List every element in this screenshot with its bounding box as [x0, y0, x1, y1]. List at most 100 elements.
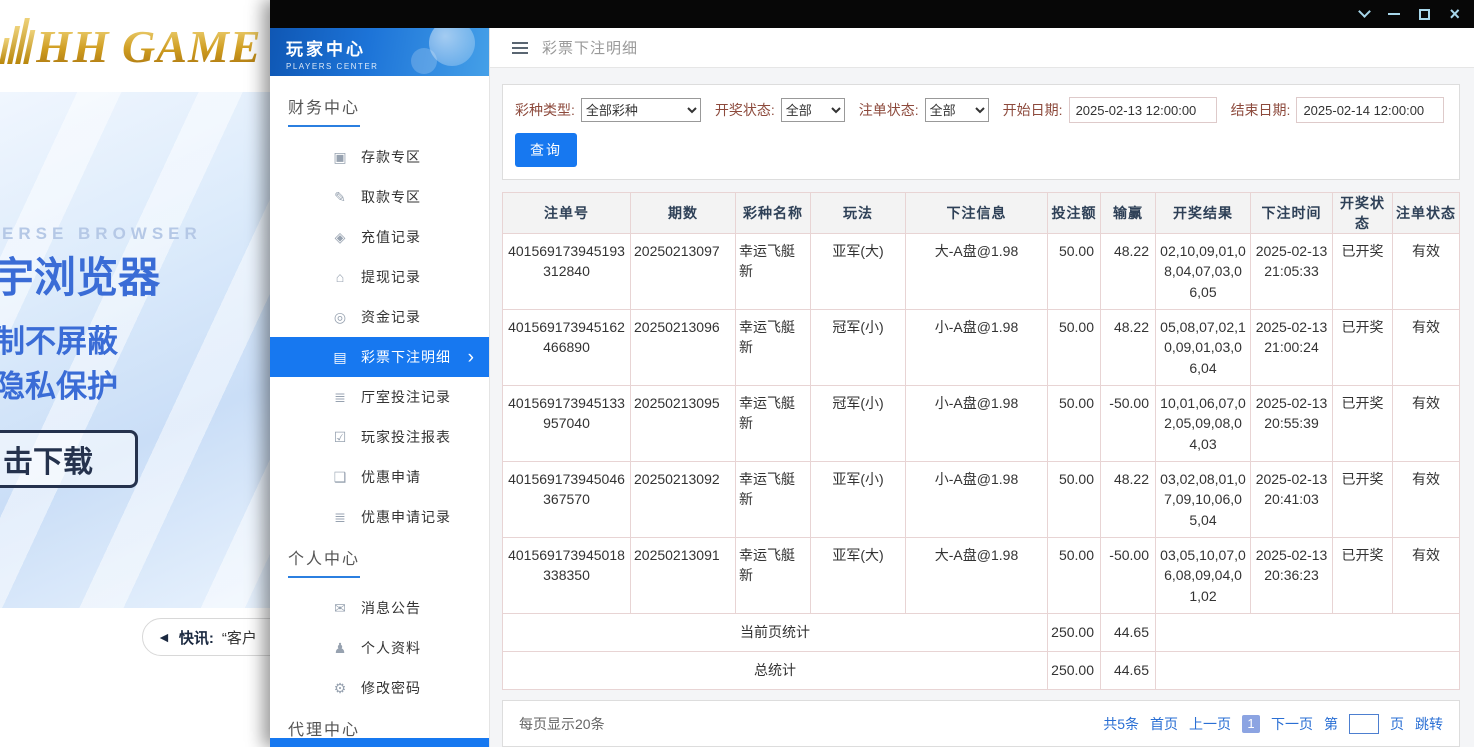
hamburger-menu-icon[interactable] [512, 47, 528, 49]
table-cell: 冠军(小) [811, 310, 906, 386]
next-page-link[interactable]: 下一页 [1271, 714, 1313, 734]
table-row: 40156917394504636757020250213092幸运飞艇新亚军(… [503, 462, 1460, 538]
page-jump-input[interactable] [1349, 714, 1379, 734]
sidebar-item-hall-bet-records[interactable]: ≣厅室投注记录 [270, 377, 489, 417]
table-cell: 亚军(大) [811, 234, 906, 310]
table-cell: 2025-02-13 21:05:33 [1251, 234, 1333, 310]
partially-visible-menu-item[interactable] [270, 738, 489, 747]
first-page-link[interactable]: 首页 [1150, 714, 1178, 734]
filter-button-row: 查询 [515, 133, 1447, 167]
sidebar-item-funds-records[interactable]: ◎资金记录 [270, 297, 489, 337]
sidebar-item-label: 玩家投注报表 [361, 427, 451, 447]
table-cell: 2025-02-13 20:55:39 [1251, 386, 1333, 462]
column-header: 玩法 [811, 193, 906, 234]
table-cell: 401569173945193312840 [503, 234, 631, 310]
sidebar-item-promo-apply[interactable]: ❑优惠申请 [270, 457, 489, 497]
sidebar-item-label: 优惠申请记录 [361, 507, 451, 527]
table-cell: 有效 [1393, 234, 1460, 310]
table-cell: 有效 [1393, 538, 1460, 614]
column-header: 开奖状态 [1333, 193, 1393, 234]
bet-table-body: 40156917394519331284020250213097幸运飞艇新亚军(… [503, 234, 1460, 690]
table-cell: 48.22 [1101, 310, 1156, 386]
sidebar-item-recharge-records[interactable]: ◈充值记录 [270, 217, 489, 257]
ticker-label: 快讯: [179, 627, 214, 648]
summary-label: 总统计 [503, 652, 1048, 690]
table-cell: 401569173945018338350 [503, 538, 631, 614]
column-header: 下注信息 [906, 193, 1048, 234]
table-cell: 50.00 [1048, 310, 1101, 386]
prev-page-link[interactable]: 上一页 [1189, 714, 1231, 734]
banner-line-2: 制不屏蔽 [0, 316, 118, 361]
promo-banner: ERSE BROWSER 宇浏览器 制不屏蔽 隐私保护 击下载 [0, 92, 270, 608]
summary-bet-total: 250.00 [1048, 652, 1101, 690]
bet-table: 注单号期数彩种名称玩法下注信息投注额输赢开奖结果下注时间开奖状态注单状态 401… [502, 192, 1460, 690]
banner-subtitle-en: ERSE BROWSER [2, 224, 202, 244]
sidebar-item-label: 厅室投注记录 [361, 387, 451, 407]
table-row: 40156917394516246689020250213096幸运飞艇新冠军(… [503, 310, 1460, 386]
sidebar-item-label: 个人资料 [361, 638, 421, 658]
column-header: 开奖结果 [1156, 193, 1251, 234]
window-close-button[interactable]: × [1449, 5, 1460, 23]
sidebar-item-label: 消息公告 [361, 598, 421, 618]
summary-winloss-total: 44.65 [1101, 652, 1156, 690]
ticker-text: “客户 [222, 627, 257, 648]
lottery-type-label: 彩种类型: [515, 100, 575, 120]
download-button[interactable]: 击下载 [0, 430, 138, 488]
start-date-label: 开始日期: [1003, 100, 1063, 120]
banner-line-1: 宇浏览器 [0, 244, 160, 305]
menu-section-label: 个人中心 [270, 545, 489, 578]
sidebar-menu: 财务中心▣存款专区✎取款专区◈充值记录⌂提现记录◎资金记录▤彩票下注明细›≣厅室… [270, 76, 489, 747]
sidebar-item-cashout-records[interactable]: ⌂提现记录 [270, 257, 489, 297]
start-date-input[interactable] [1069, 97, 1217, 123]
recharge-icon: ◈ [332, 229, 349, 246]
menu-section-label: 财务中心 [270, 94, 489, 127]
sidebar-item-player-bet-report[interactable]: ☑玩家投注报表 [270, 417, 489, 457]
table-cell: 已开奖 [1333, 310, 1393, 386]
sidebar-item-withdraw-zone[interactable]: ✎取款专区 [270, 177, 489, 217]
jump-suffix-text: 页 [1390, 714, 1404, 734]
sidebar: 玩家中心 PLAYERS CENTER 财务中心▣存款专区✎取款专区◈充值记录⌂… [270, 28, 490, 747]
sidebar-item-label: 优惠申请 [361, 467, 421, 487]
table-cell: 已开奖 [1333, 538, 1393, 614]
table-cell: 401569173945133957040 [503, 386, 631, 462]
speaker-icon: ◄ [157, 629, 171, 645]
table-cell: 48.22 [1101, 234, 1156, 310]
column-header: 期数 [631, 193, 736, 234]
sidebar-subtitle: PLAYERS CENTER [286, 62, 489, 71]
table-cell: 幸运飞艇新 [736, 538, 811, 614]
table-cell: 大-A盘@1.98 [906, 234, 1048, 310]
banner-line-3: 隐私保护 [0, 361, 118, 406]
table-cell: 小-A盘@1.98 [906, 462, 1048, 538]
sidebar-item-change-password[interactable]: ⚙修改密码 [270, 668, 489, 708]
menu-section-text: 财务中心 [288, 94, 360, 127]
bet-status-select[interactable]: 全部 [925, 98, 989, 122]
table-cell: 有效 [1393, 310, 1460, 386]
table-cell: 20250213096 [631, 310, 736, 386]
sidebar-item-announcements[interactable]: ✉消息公告 [270, 588, 489, 628]
sidebar-item-deposit-zone[interactable]: ▣存款专区 [270, 137, 489, 177]
sidebar-item-promo-apply-records[interactable]: ≣ 优惠申请记录 [270, 497, 489, 537]
sidebar-item-lottery-bet-details[interactable]: ▤彩票下注明细› [270, 337, 489, 377]
current-page-badge[interactable]: 1 [1242, 715, 1260, 733]
table-cell: 401569173945162466890 [503, 310, 631, 386]
summary-winloss-total: 44.65 [1101, 614, 1156, 652]
promo-records-icon: ≣ [332, 509, 349, 526]
total-count-text: 共5条 [1103, 714, 1139, 734]
table-cell: 50.00 [1048, 234, 1101, 310]
window-dropdown-icon[interactable] [1359, 5, 1372, 18]
window-minimize-button[interactable] [1388, 13, 1400, 15]
logo-bars-icon [0, 18, 38, 64]
lottery-type-select[interactable]: 全部彩种 [581, 98, 701, 122]
sidebar-item-profile[interactable]: ♟个人资料 [270, 628, 489, 668]
end-date-input[interactable] [1296, 97, 1444, 123]
draw-status-select[interactable]: 全部 [781, 98, 845, 122]
table-cell: 20250213092 [631, 462, 736, 538]
window-maximize-button[interactable] [1419, 9, 1430, 20]
table-cell: 幸运飞艇新 [736, 234, 811, 310]
search-button[interactable]: 查询 [515, 133, 577, 167]
pagination-controls: 共5条 首页 上一页 1 下一页 第 页 跳转 [1103, 714, 1443, 734]
gear-icon: ⚙ [332, 680, 349, 697]
column-header: 注单号 [503, 193, 631, 234]
summary-bet-total: 250.00 [1048, 614, 1101, 652]
jump-button[interactable]: 跳转 [1415, 714, 1443, 734]
